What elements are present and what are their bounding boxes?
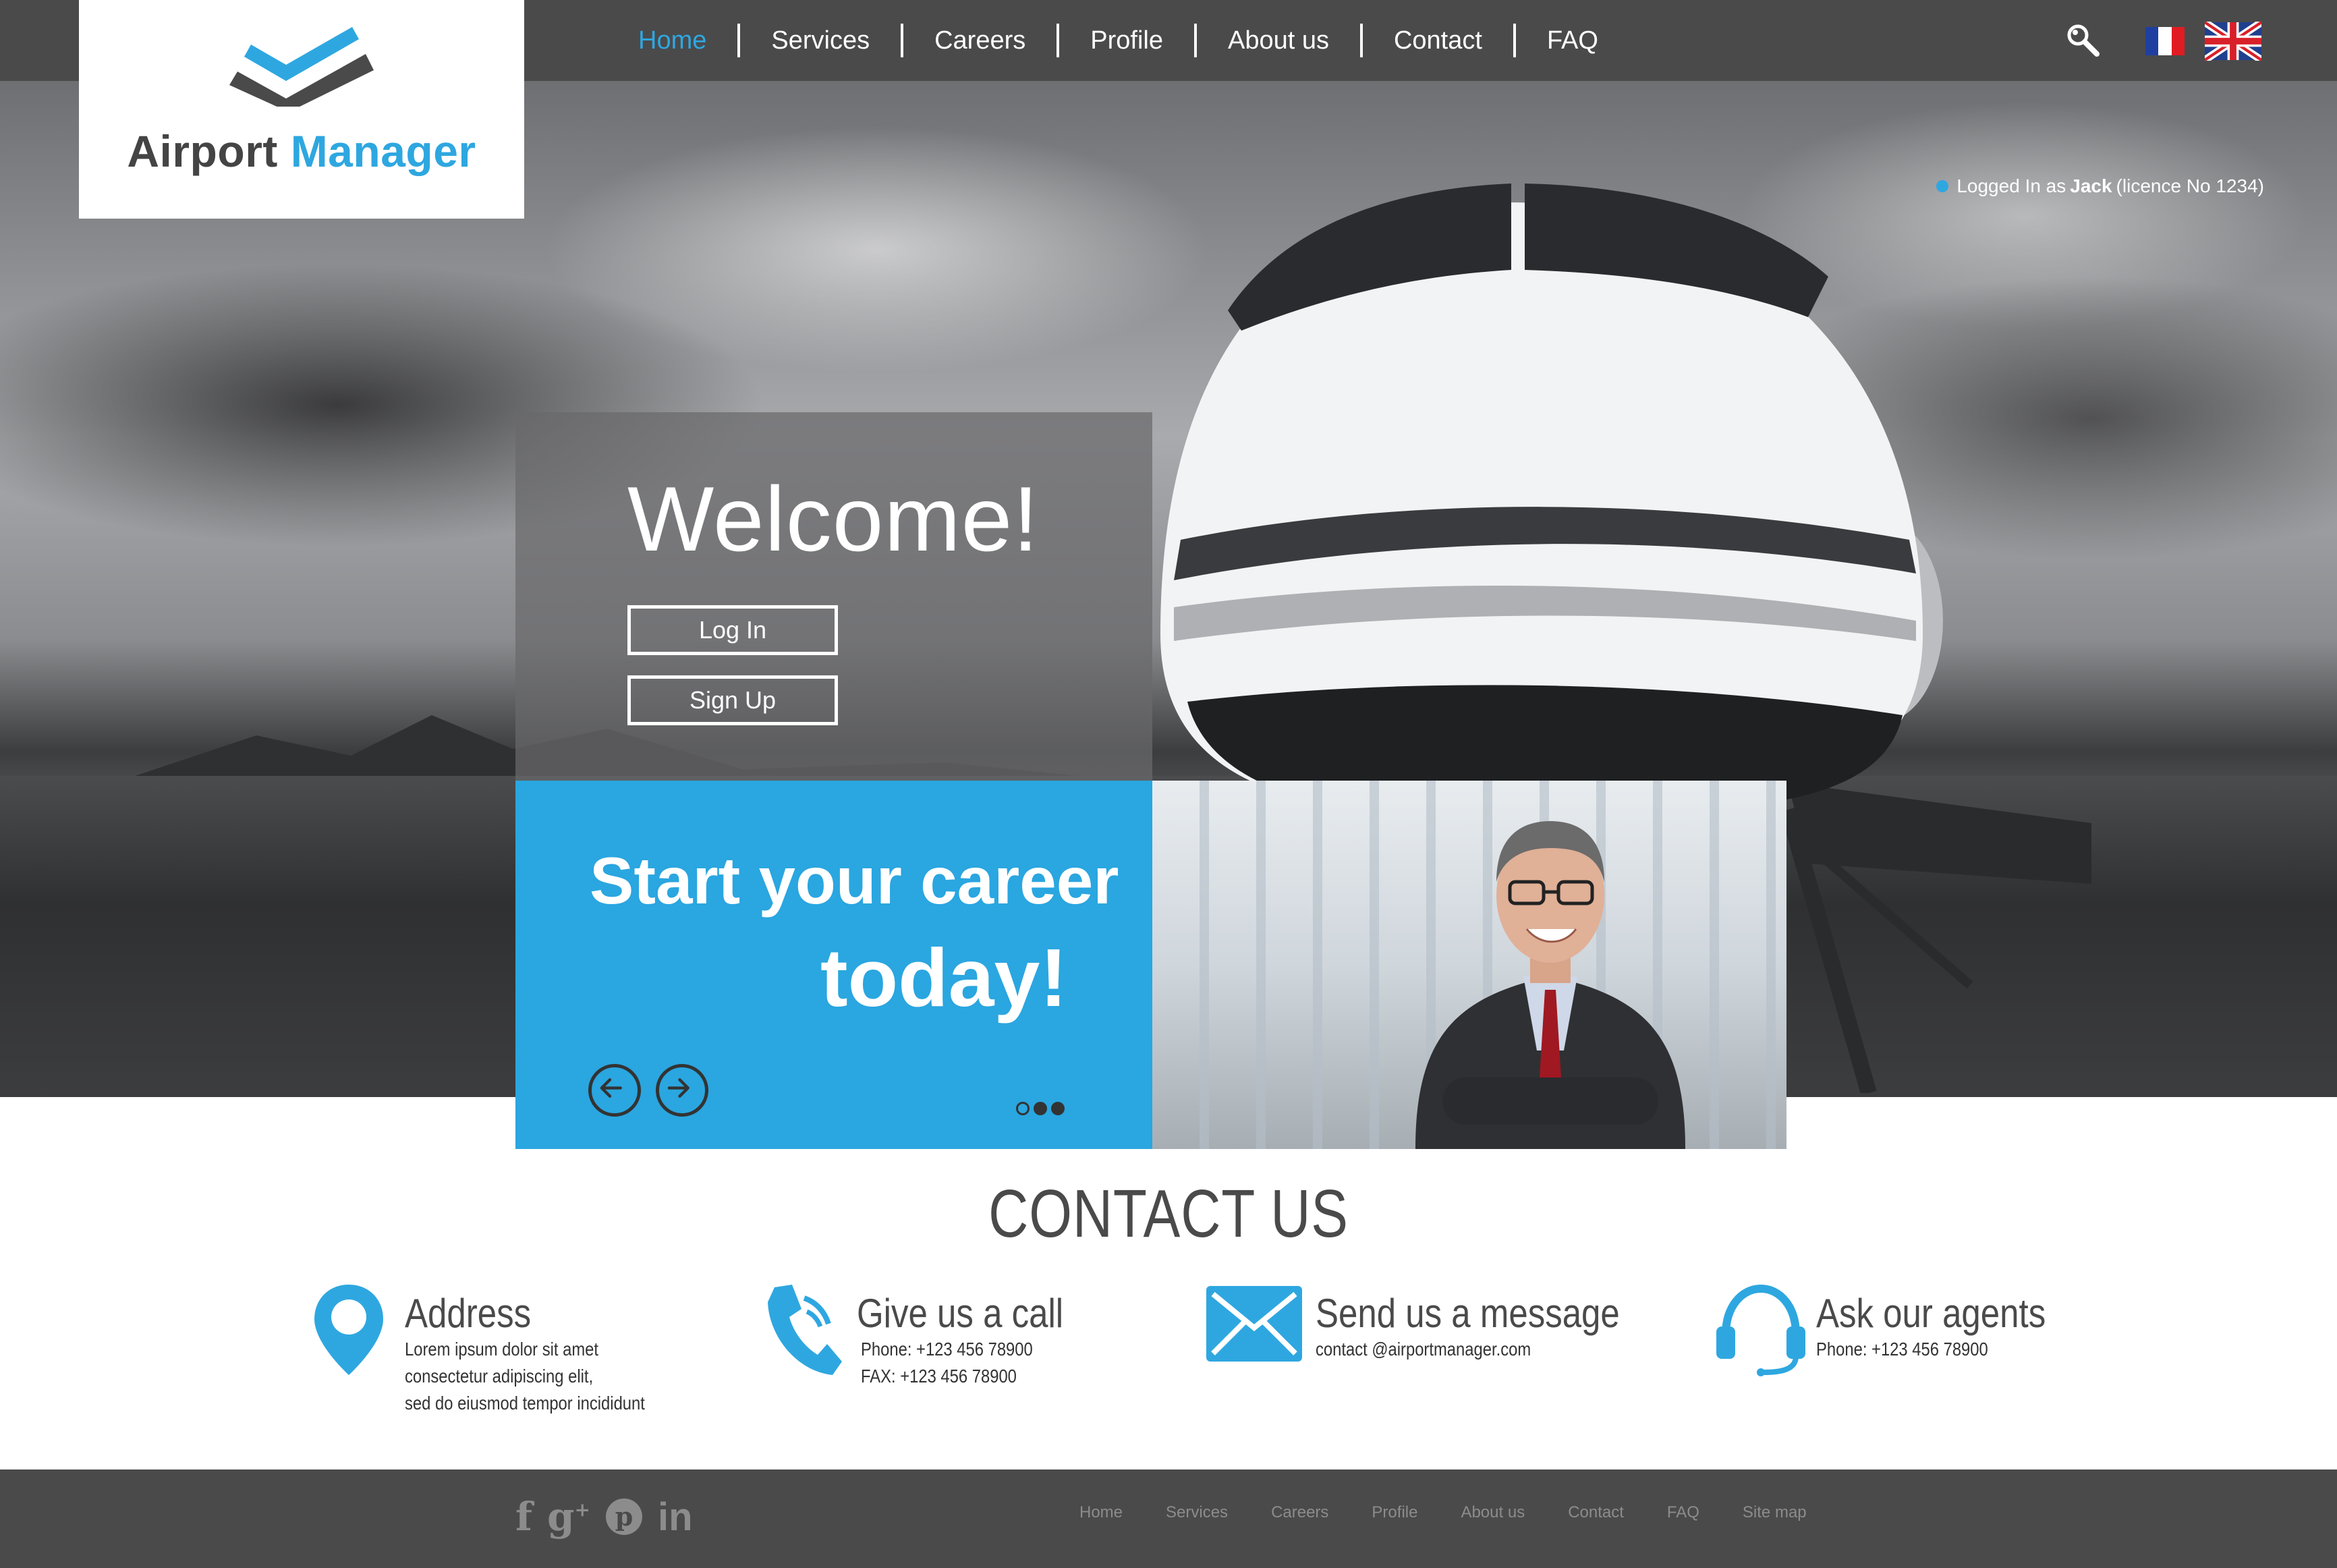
welcome-panel: Welcome! Log In Sign Up xyxy=(515,412,1152,781)
footer-link-about-us[interactable]: About us xyxy=(1461,1503,1525,1522)
nav-services[interactable]: Services xyxy=(740,24,904,57)
footer-link-home[interactable]: Home xyxy=(1079,1503,1123,1522)
login-status: Logged In as Jack (licence No 1234) xyxy=(1936,175,2264,197)
footer-link-services[interactable]: Services xyxy=(1166,1503,1228,1522)
nav-about-us[interactable]: About us xyxy=(1197,24,1363,57)
brand-name: Airport Manager xyxy=(127,126,476,176)
login-button[interactable]: Log In xyxy=(627,605,838,655)
call-phone[interactable]: Phone: +123 456 78900 xyxy=(861,1339,1033,1360)
slider-dot-3[interactable] xyxy=(1051,1102,1065,1115)
message-heading: Send us a message xyxy=(1316,1291,1620,1336)
headset-icon xyxy=(1716,1284,1805,1376)
slider-next-arrow-icon[interactable] xyxy=(656,1064,708,1117)
flag-uk-icon[interactable] xyxy=(2205,22,2261,61)
licence-number: (licence No 1234) xyxy=(2116,175,2264,196)
career-slider-panel: Start your career today! xyxy=(515,781,1152,1149)
linkedin-icon[interactable]: in xyxy=(658,1494,693,1540)
career-headline-line2: today! xyxy=(820,932,1067,1024)
footer-link-site-map[interactable]: Site map xyxy=(1743,1503,1807,1522)
nav-contact[interactable]: Contact xyxy=(1363,24,1516,57)
call-heading: Give us a call xyxy=(857,1291,1064,1336)
pinterest-icon[interactable]: p xyxy=(605,1498,643,1536)
slider-dot-2[interactable] xyxy=(1034,1102,1047,1115)
footer-link-contact[interactable]: Contact xyxy=(1568,1503,1624,1522)
nav-careers[interactable]: Careers xyxy=(903,24,1060,57)
envelope-icon xyxy=(1206,1286,1302,1362)
facebook-icon[interactable]: f xyxy=(515,1494,532,1540)
footer-link-faq[interactable]: FAQ xyxy=(1667,1503,1699,1522)
call-fax: FAX: +123 456 78900 xyxy=(861,1366,1017,1387)
logo[interactable]: Airport Manager xyxy=(79,0,524,219)
google-plus-icon[interactable]: g+ xyxy=(547,1494,590,1540)
address-line-1: Lorem ipsum dolor sit amet xyxy=(405,1339,599,1360)
online-status-dot xyxy=(1936,180,1949,192)
footer-link-profile[interactable]: Profile xyxy=(1372,1503,1417,1522)
welcome-title: Welcome! xyxy=(627,468,1040,570)
contact-section-title: CONTACT US xyxy=(988,1176,1349,1252)
footer-nav: Home Services Careers Profile About us C… xyxy=(1079,1503,1807,1522)
map-pin-icon xyxy=(314,1285,383,1375)
login-status-prefix: Logged In as xyxy=(1956,175,2066,196)
logged-in-username: Jack xyxy=(2070,175,2112,196)
flag-france-icon[interactable] xyxy=(2145,27,2185,55)
search-icon[interactable] xyxy=(2064,22,2101,58)
social-links: f g+ p in xyxy=(515,1494,693,1540)
contact-address: Address Lorem ipsum dolor sit amet conse… xyxy=(312,1282,689,1430)
businessman-photo xyxy=(1152,781,1786,1149)
slider-pagination xyxy=(1016,1102,1065,1115)
businessman-image xyxy=(1415,821,1685,1149)
logo-checkmark-icon xyxy=(229,27,374,107)
phone-icon xyxy=(768,1285,842,1375)
address-heading: Address xyxy=(405,1291,532,1336)
footer-link-careers[interactable]: Careers xyxy=(1271,1503,1328,1522)
nav-profile[interactable]: Profile xyxy=(1059,24,1197,57)
contact-message: Send us a message contact @airportmanage… xyxy=(1206,1282,1625,1390)
career-headline-line1: Start your career xyxy=(590,843,1119,918)
footer: f g+ p in Home Services Careers Profile … xyxy=(0,1469,2337,1568)
message-email[interactable]: contact @airportmanager.com xyxy=(1316,1339,1531,1360)
agents-heading: Ask our agents xyxy=(1816,1291,2046,1336)
svg-text:p: p xyxy=(615,1501,633,1532)
address-line-2: consectetur adipiscing elit, xyxy=(405,1366,594,1387)
slider-dot-1[interactable] xyxy=(1016,1102,1030,1115)
slider-prev-arrow-icon[interactable] xyxy=(588,1064,641,1117)
contact-call: Give us a call Phone: +123 456 78900 FAX… xyxy=(762,1282,1140,1417)
agents-phone[interactable]: Phone: +123 456 78900 xyxy=(1816,1339,1988,1360)
signup-button[interactable]: Sign Up xyxy=(627,675,838,725)
nav-home[interactable]: Home xyxy=(607,24,741,57)
contact-agents: Ask our agents Phone: +123 456 78900 xyxy=(1716,1282,2094,1390)
nav-faq[interactable]: FAQ xyxy=(1516,24,1629,57)
address-line-3: sed do eiusmod tempor incididunt xyxy=(405,1393,645,1413)
main-nav: Home Services Careers Profile About us C… xyxy=(607,0,1629,81)
